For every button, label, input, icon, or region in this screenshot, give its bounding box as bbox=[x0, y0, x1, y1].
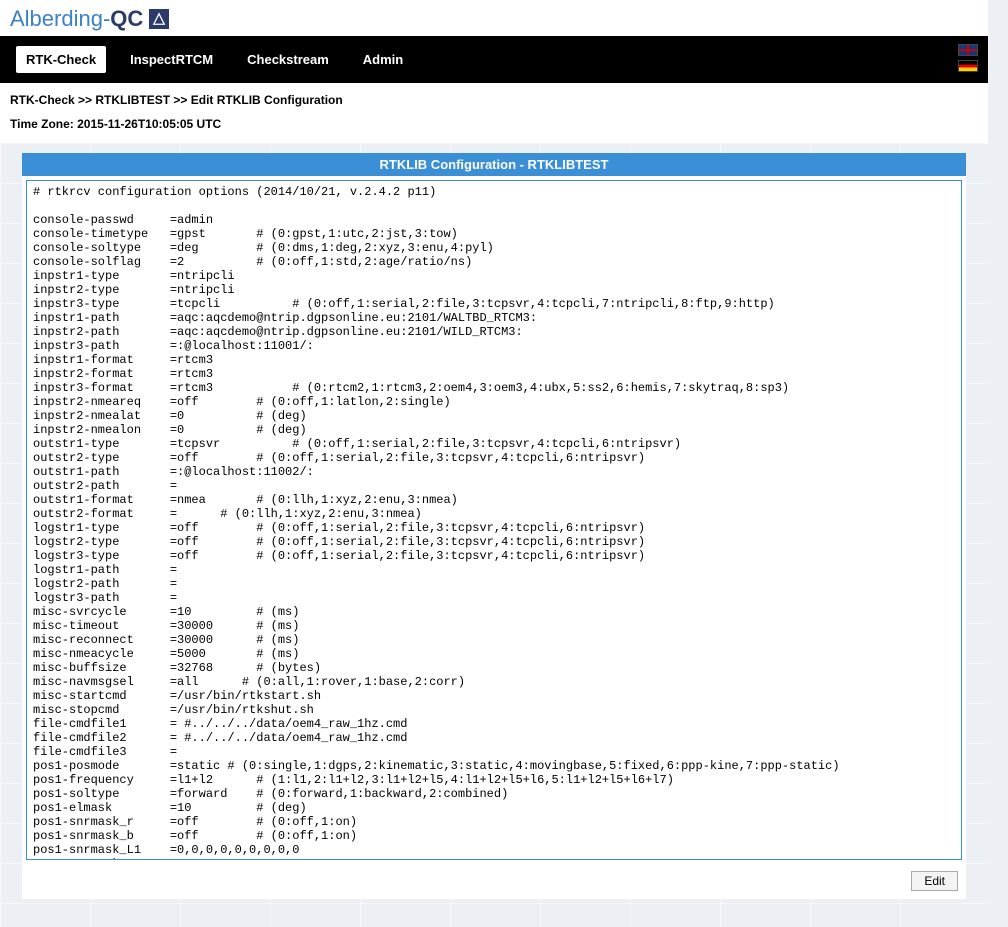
breadcrumb-rtk-check[interactable]: RTK-Check bbox=[10, 93, 75, 107]
breadcrumb-sep2: >> bbox=[170, 93, 191, 107]
timezone-label: Time Zone: 2015-11-26T10:05:05 UTC bbox=[0, 113, 988, 143]
language-flags bbox=[958, 44, 978, 72]
flag-uk-icon[interactable] bbox=[958, 44, 978, 56]
nav-checkstream[interactable]: Checkstream bbox=[237, 46, 339, 73]
brand-part1: Alberding- bbox=[10, 6, 110, 31]
breadcrumb-rtklibtest[interactable]: RTKLIBTEST bbox=[95, 93, 170, 107]
nav-rtk-check[interactable]: RTK-Check bbox=[16, 46, 106, 73]
breadcrumb-sep1: >> bbox=[75, 93, 96, 107]
flag-de-icon[interactable] bbox=[958, 60, 978, 72]
breadcrumb: RTK-Check >> RTKLIBTEST >> Edit RTKLIB C… bbox=[0, 83, 988, 113]
breadcrumb-current: Edit RTKLIB Configuration bbox=[191, 93, 343, 107]
brand-header: Alberding-QC bbox=[0, 0, 988, 36]
nav-inspect-rtcm[interactable]: InspectRTCM bbox=[120, 46, 223, 73]
page: Alberding-QC RTK-Check InspectRTCM Check… bbox=[0, 0, 988, 927]
nav-admin[interactable]: Admin bbox=[353, 46, 413, 73]
button-row: Edit bbox=[22, 867, 966, 899]
edit-button[interactable]: Edit bbox=[911, 871, 958, 891]
config-panel: RTKLIB Configuration - RTKLIBTEST Edit bbox=[22, 153, 966, 899]
main-nav: RTK-Check InspectRTCM Checkstream Admin bbox=[0, 36, 988, 83]
brand-part2: QC bbox=[110, 6, 143, 31]
config-editor[interactable] bbox=[26, 180, 962, 860]
content-area: RTKLIB Configuration - RTKLIBTEST Edit bbox=[0, 143, 988, 927]
brand-text: Alberding-QC bbox=[10, 6, 143, 32]
panel-title: RTKLIB Configuration - RTKLIBTEST bbox=[22, 153, 966, 176]
viewport[interactable]: Alberding-QC RTK-Check InspectRTCM Check… bbox=[0, 0, 1008, 927]
brand-icon bbox=[149, 9, 169, 29]
